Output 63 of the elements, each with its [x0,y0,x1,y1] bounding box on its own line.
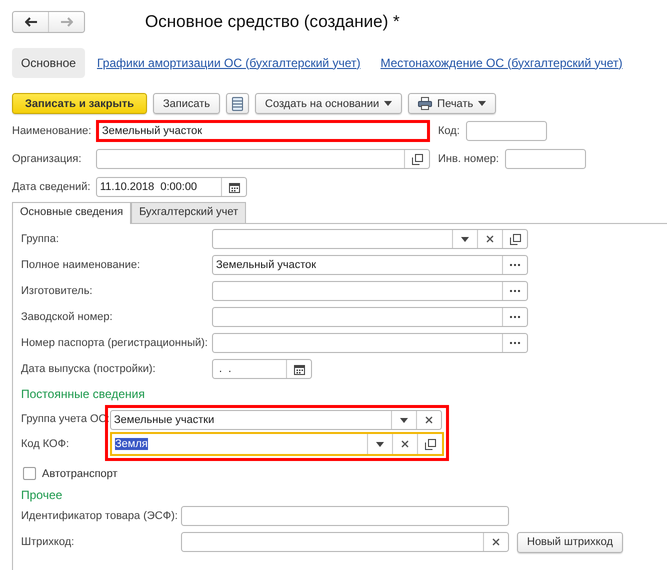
caret-icon [384,101,392,106]
section-tab[interactable]: Основное [12,48,85,78]
input-field[interactable] [96,149,430,169]
caret-icon [478,101,486,106]
windows-icon [510,234,520,244]
field-label: Номер паспорта (регистрационный): [21,337,209,349]
section-link[interactable]: Графики амортизации ОС (бухгалтерский учет) [96,48,360,78]
forward-arrow-icon [60,16,72,26]
input-field[interactable] [212,333,528,353]
windows-icon [412,154,422,164]
save-button[interactable]: Записать [153,93,220,114]
windows-icon [424,438,436,450]
section-title: Прочее [21,488,64,502]
tab[interactable]: Бухгалтерский учет [131,202,246,223]
input-field[interactable] [504,149,586,169]
close-icon [486,235,494,243]
field-label: Инв. номер: [438,153,499,165]
field-label: Код: [438,125,460,137]
select-field[interactable]: Земельные участки [110,410,442,430]
select-field[interactable] [212,229,528,249]
close-icon [425,416,433,424]
window-title: Основное средство (создание) * [145,12,400,32]
field-label: Заводской номер: [21,311,114,323]
caret-icon [400,418,408,422]
select-field[interactable]: Земля [110,432,444,456]
input-field[interactable] [181,506,509,526]
section-link[interactable]: Местонахождение ОС (бухгалтерский учет) [380,48,623,78]
field-label: Изготовитель: [21,285,94,297]
field-label: Организация: [12,153,82,165]
date-field[interactable]: . . [212,359,312,379]
field-label: Код КОФ: [21,437,70,452]
field-label: Наименование: [12,125,92,137]
calendar-icon [228,182,240,192]
field-label: Штрихкод: [21,536,76,548]
tab[interactable]: Основные сведения [12,202,132,224]
field-label: Дата сведений: [12,181,92,193]
section-title: Постоянные сведения [21,387,146,401]
field-label: Дата выпуска (постройки): [21,363,157,375]
close-icon [401,440,409,448]
print-button[interactable]: Печать [408,93,496,114]
input-field[interactable] [212,307,528,327]
input-field[interactable] [466,121,547,141]
calendar-icon [294,364,304,374]
field-label: Идентификатор товара (ЭСФ): [21,510,179,522]
caret-icon [376,442,384,446]
checkbox[interactable] [23,467,36,480]
list-button[interactable] [226,93,250,114]
close-icon [492,538,500,546]
field-label: Полное наименование: [21,259,142,271]
new-barcode-button[interactable]: Новый штрихкод [517,532,623,552]
printer-icon [418,97,432,110]
caret-icon [461,236,469,242]
date-field[interactable]: 11.10.2018 0:00:00 [96,177,247,197]
back-arrow-icon [24,16,36,26]
create-based-button[interactable]: Создать на основании [255,93,402,114]
checkbox-label: Автотранспорт [42,468,118,480]
input-field[interactable] [212,281,528,301]
list-icon [232,96,244,110]
field-label: Группа: [21,233,60,245]
save-close-button[interactable]: Записать и закрыть [12,93,148,114]
input-field[interactable]: Земельный участок [96,120,430,142]
input-field[interactable]: Земельный участок [212,255,528,275]
input-field[interactable] [181,532,509,552]
